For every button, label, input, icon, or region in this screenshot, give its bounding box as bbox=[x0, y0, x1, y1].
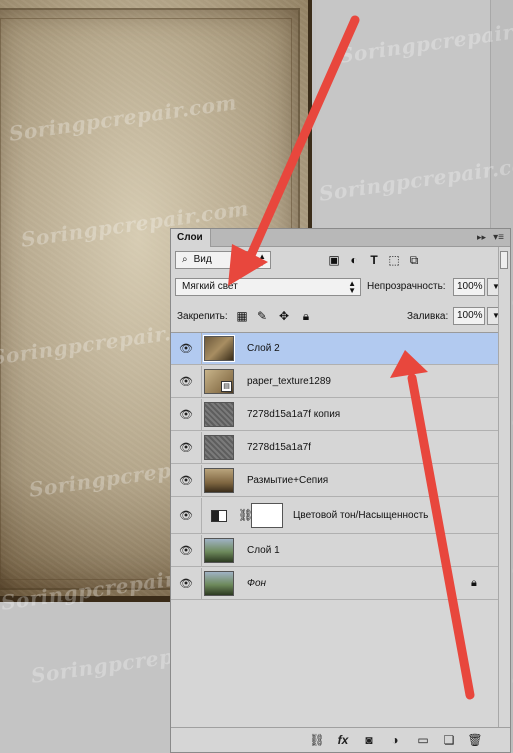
spinner-arrows-icon: ▲ ▼ bbox=[258, 252, 266, 268]
adjustment-layer-icon[interactable]: ◑ bbox=[387, 732, 403, 748]
layer-row[interactable]: 👁︎ Фон 🔒︎ bbox=[171, 568, 498, 600]
lock-label: Закрепить: bbox=[177, 311, 228, 322]
layer-name: paper_texture1289 bbox=[247, 376, 331, 387]
smart-object-icon: ▤ bbox=[221, 381, 232, 392]
layer-name: Слой 2 bbox=[247, 343, 280, 354]
layer-row[interactable]: 👁︎ 7278d15a1a7f bbox=[171, 432, 498, 464]
fill-label: Заливка: bbox=[407, 311, 449, 322]
layer-thumbnail bbox=[204, 468, 234, 493]
layer-row[interactable]: 👁︎ 7278d15a1a7f копия bbox=[171, 399, 498, 431]
layer-row[interactable]: 👁︎ ▤ paper_texture1289 bbox=[171, 366, 498, 398]
layer-thumbnail bbox=[203, 335, 235, 362]
layer-row[interactable]: 👁︎ Слой 1 bbox=[171, 535, 498, 567]
divider bbox=[201, 535, 202, 567]
layer-name: Слой 1 bbox=[247, 545, 280, 556]
layer-name: 7278d15a1a7f копия bbox=[247, 409, 341, 420]
blend-mode-select[interactable]: Мягкий свет ▲ ▼ bbox=[175, 278, 361, 296]
opacity-field[interactable]: 100% bbox=[453, 278, 485, 296]
panel-footer: ⛓︎ fx ◙ ◑ ▭ ❏ 🗑︎ bbox=[171, 727, 510, 752]
layer-name: Фон bbox=[247, 578, 267, 589]
new-group-icon[interactable]: ▭ bbox=[415, 732, 431, 748]
layer-name: Размытие+Сепия bbox=[247, 475, 329, 486]
spinner-arrows-icon: ▲ ▼ bbox=[348, 279, 356, 295]
blend-mode-value: Мягкий свет bbox=[182, 281, 238, 292]
divider bbox=[201, 399, 202, 431]
fx-icon[interactable]: fx bbox=[335, 732, 351, 748]
hue-saturation-adjustment-icon bbox=[211, 510, 227, 522]
lock-position-icon[interactable]: ✥ bbox=[277, 309, 291, 323]
smart-object-filter-icon[interactable]: ⧉ bbox=[407, 253, 421, 267]
lock-icon: 🔒︎ bbox=[471, 577, 477, 589]
layer-thumbnail bbox=[204, 402, 234, 427]
layer-thumbnail bbox=[204, 571, 234, 596]
eye-icon[interactable]: 👁︎ bbox=[179, 509, 193, 523]
scrollbar-thumb[interactable] bbox=[500, 251, 508, 269]
eye-icon[interactable]: 👁︎ bbox=[179, 474, 193, 488]
filter-kind-label: Вид bbox=[193, 254, 212, 265]
eye-icon[interactable]: 👁︎ bbox=[179, 441, 193, 455]
eye-icon[interactable]: 👁︎ bbox=[179, 577, 193, 591]
panel-menu-icon[interactable]: ▾≡ bbox=[493, 232, 504, 243]
opacity-label: Непрозрачность: bbox=[367, 281, 446, 292]
layer-row[interactable]: 👁︎ ⛓︎ Цветовой тон/Насыщенность bbox=[171, 498, 498, 534]
layer-filter-select[interactable]: ⌕ Вид ▲ ▼ bbox=[175, 251, 271, 269]
adjustment-filter-icon[interactable]: ◐ bbox=[347, 253, 361, 267]
layer-thumbnail bbox=[204, 538, 234, 563]
eye-icon[interactable]: 👁︎ bbox=[179, 544, 193, 558]
double-chevron-right-icon[interactable]: ▸▸ bbox=[477, 232, 486, 243]
tab-layers[interactable]: Слои bbox=[171, 229, 211, 247]
layer-thumbnail bbox=[204, 435, 234, 460]
shape-filter-icon[interactable]: ⬚ bbox=[387, 253, 401, 267]
lock-image-pixels-icon[interactable]: ✎ bbox=[255, 309, 269, 323]
layer-name: Цветовой тон/Насыщенность bbox=[293, 510, 429, 521]
layer-mask-thumbnail[interactable] bbox=[251, 503, 283, 528]
search-icon: ⌕ bbox=[182, 254, 188, 265]
add-mask-icon[interactable]: ◙ bbox=[361, 732, 377, 748]
divider bbox=[201, 366, 202, 398]
divider bbox=[201, 333, 202, 365]
layer-row[interactable]: 👁︎ Слой 2 bbox=[171, 333, 498, 365]
scrollbar-track[interactable] bbox=[498, 247, 510, 727]
divider bbox=[201, 498, 202, 534]
layer-name: 7278d15a1a7f bbox=[247, 442, 311, 453]
divider bbox=[201, 568, 202, 600]
divider bbox=[201, 432, 202, 464]
eye-icon[interactable]: 👁︎ bbox=[179, 408, 193, 422]
fill-field[interactable]: 100% bbox=[453, 307, 485, 325]
eye-icon[interactable]: 👁︎ bbox=[179, 342, 193, 356]
divider bbox=[201, 465, 202, 497]
type-filter-icon[interactable]: T bbox=[367, 253, 381, 267]
eye-icon[interactable]: 👁︎ bbox=[179, 375, 193, 389]
layer-row[interactable]: 👁︎ Размытие+Сепия bbox=[171, 465, 498, 497]
link-layers-icon[interactable]: ⛓︎ bbox=[309, 732, 325, 748]
layers-panel: Слои ▸▸ ▾≡ ⌕ Вид ▲ ▼ ▣ ◐ T ⬚ ⧉ Мягкий свет… bbox=[170, 228, 511, 753]
lock-transparent-pixels-icon[interactable]: ▦ bbox=[235, 309, 249, 323]
delete-layer-icon[interactable]: 🗑︎ bbox=[467, 732, 483, 748]
panel-header: Слои ▸▸ ▾≡ bbox=[171, 229, 510, 247]
new-layer-icon[interactable]: ❏ bbox=[441, 732, 457, 748]
lock-all-icon[interactable]: 🔒︎ bbox=[299, 309, 313, 323]
layers-list: 👁︎ Слой 2 👁︎ ▤ paper_texture1289 👁︎ 7278… bbox=[171, 332, 498, 700]
image-filter-icon[interactable]: ▣ bbox=[327, 253, 341, 267]
